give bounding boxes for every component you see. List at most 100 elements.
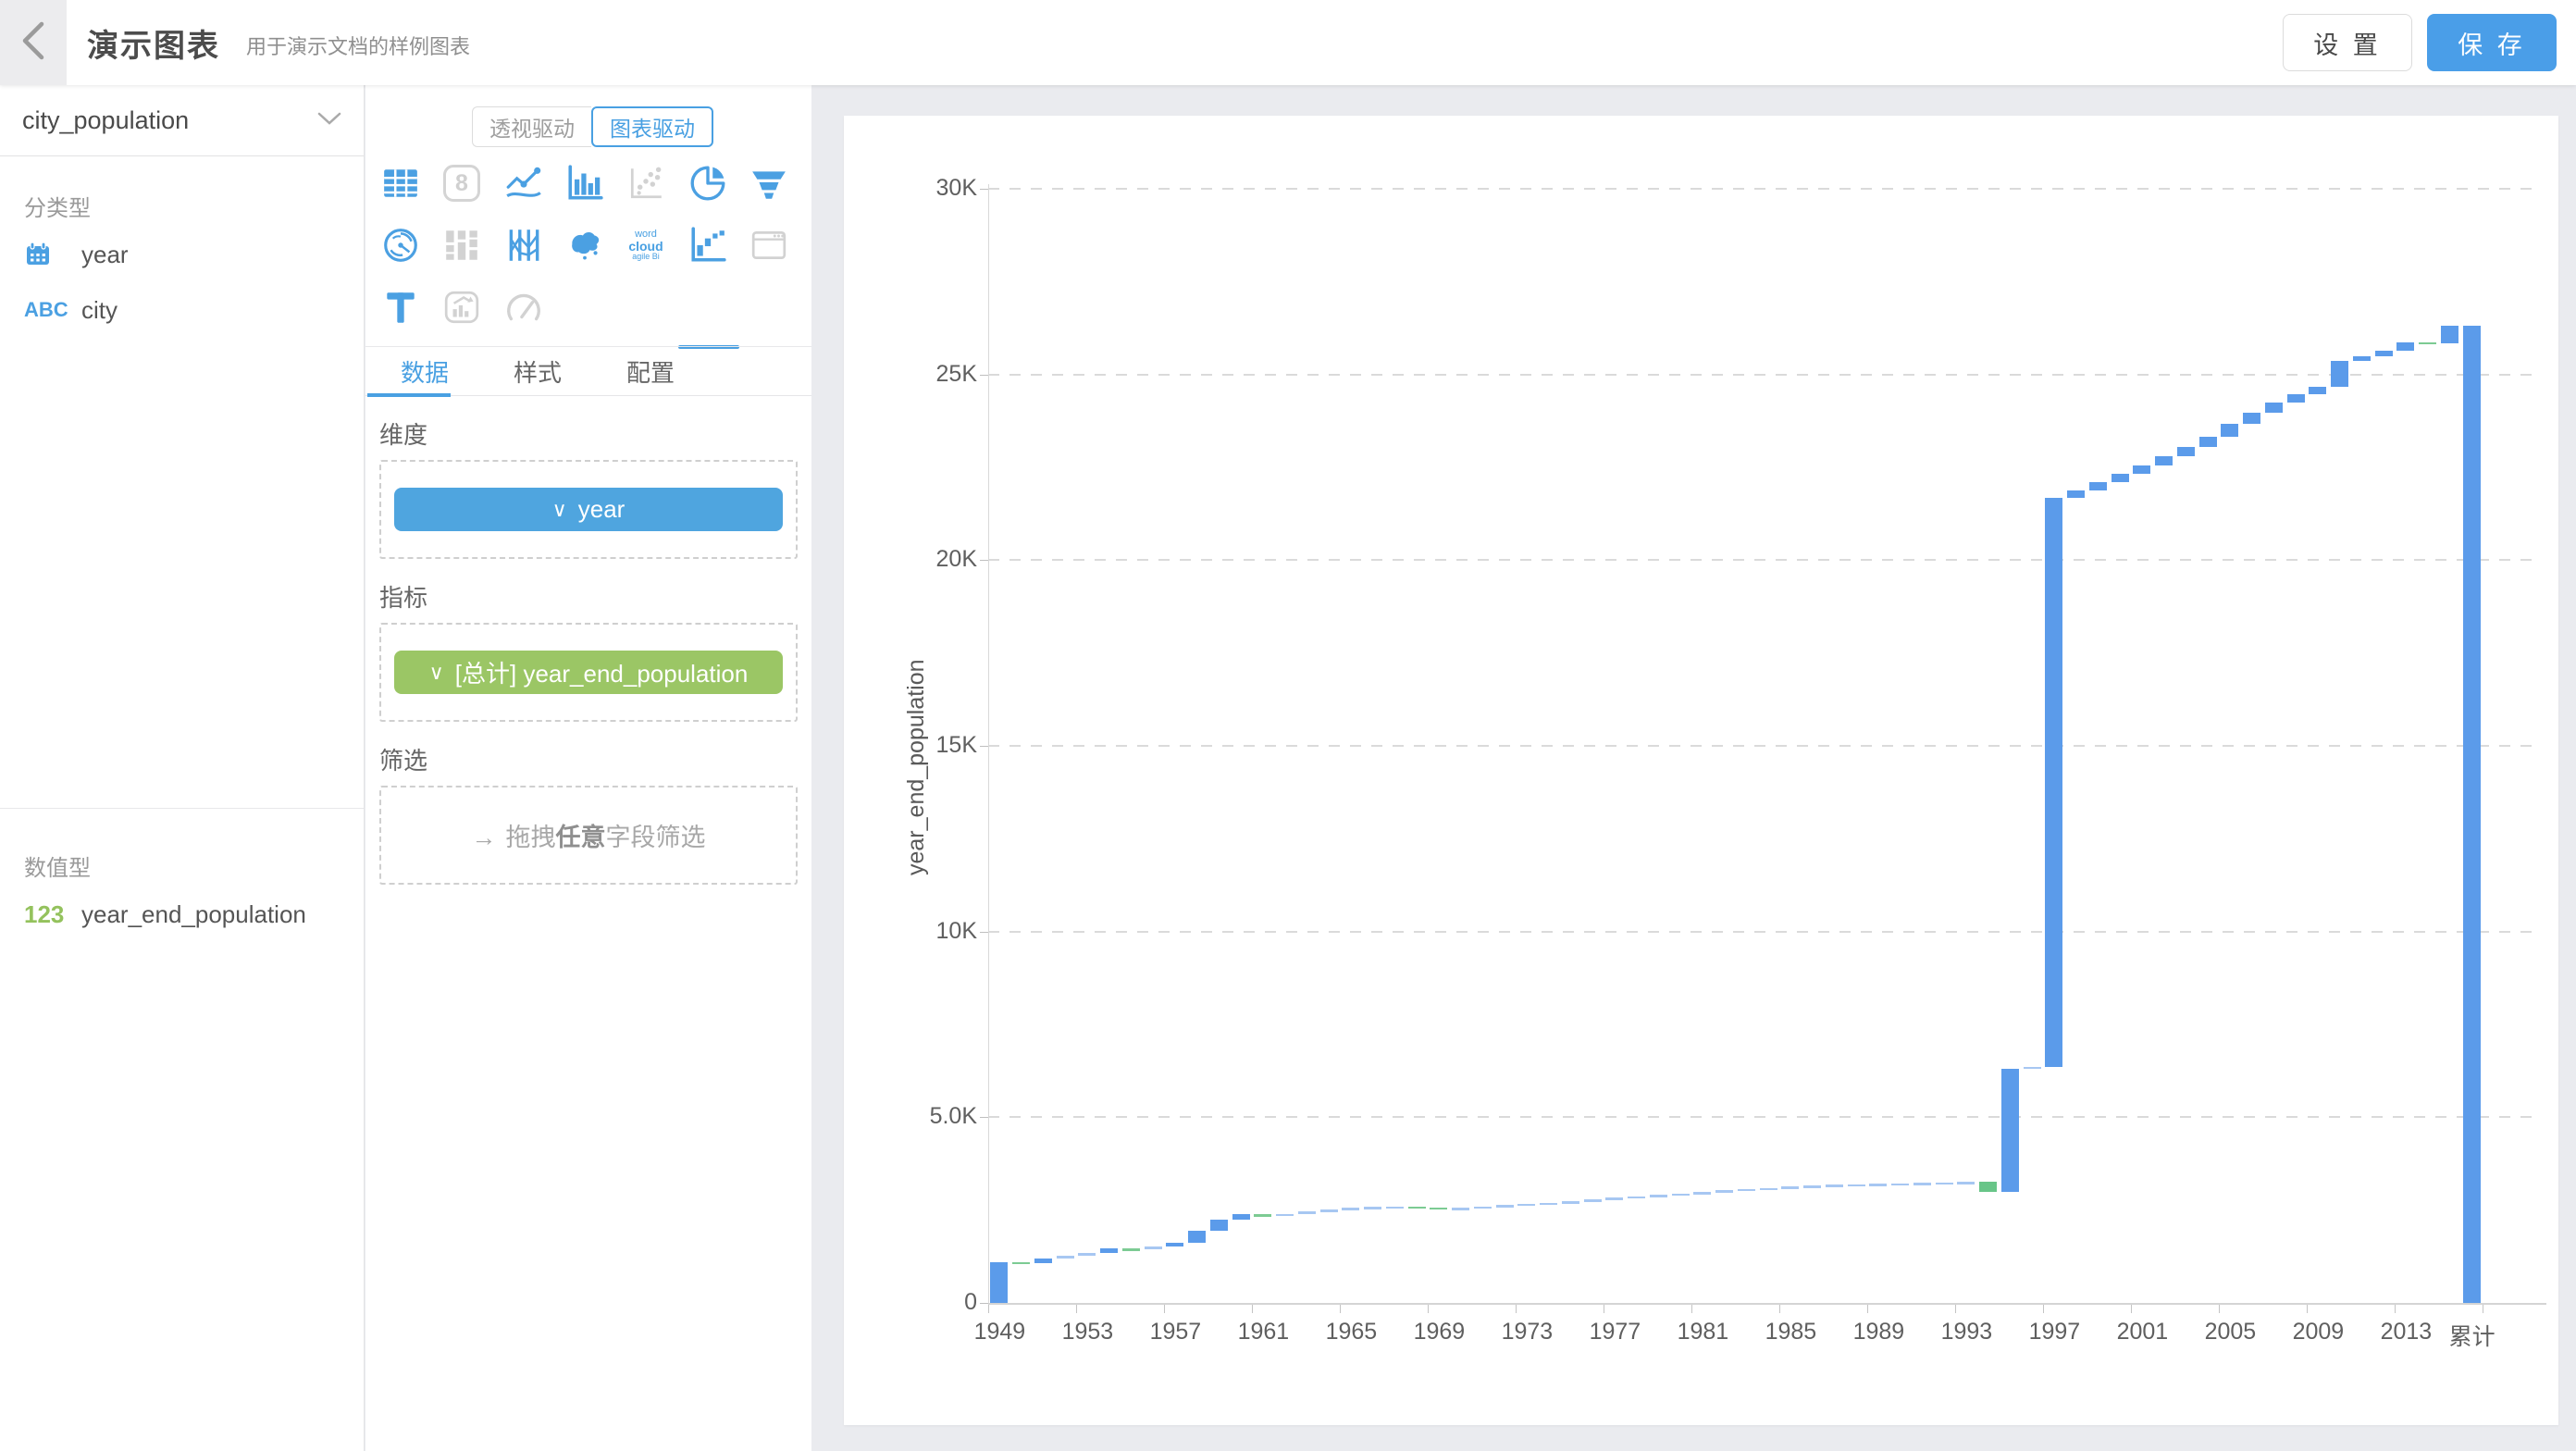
- radar-chart-icon[interactable]: [378, 223, 423, 267]
- waterfall-bar[interactable]: [1232, 1214, 1250, 1220]
- waterfall-bar[interactable]: [1474, 1207, 1492, 1209]
- waterfall-bar[interactable]: [1891, 1184, 1909, 1186]
- waterfall-bar[interactable]: [2243, 413, 2260, 425]
- dataset-selector[interactable]: city_population: [0, 85, 364, 156]
- waterfall-bar[interactable]: [2419, 342, 2436, 345]
- filter-dropzone[interactable]: →拖拽任意字段筛选: [379, 786, 798, 885]
- waterfall-bar[interactable]: [2353, 356, 2371, 361]
- waterfall-bar[interactable]: [990, 1262, 1008, 1303]
- waterfall-bar[interactable]: [1276, 1214, 1294, 1217]
- number-chart-icon[interactable]: 8: [440, 161, 484, 205]
- waterfall-bar[interactable]: [1936, 1183, 1953, 1185]
- waterfall-bar[interactable]: [1298, 1211, 1316, 1214]
- waterfall-bar[interactable]: [2133, 465, 2150, 474]
- waterfall-bar[interactable]: [2441, 326, 2458, 342]
- waterfall-bar[interactable]: [1210, 1220, 1228, 1231]
- pie-chart-icon[interactable]: [686, 161, 730, 205]
- waterfall-bar[interactable]: [1848, 1184, 1865, 1187]
- dimension-dropzone[interactable]: ∨ year: [379, 460, 798, 559]
- metric-dropzone[interactable]: ∨ [总计] year_end_population: [379, 623, 798, 722]
- waterfall-bar[interactable]: [2463, 326, 2481, 1303]
- field-year[interactable]: year: [0, 231, 364, 278]
- line-chart-icon[interactable]: [502, 161, 546, 205]
- waterfall-bar[interactable]: [2001, 1069, 2019, 1191]
- waterfall-bar[interactable]: [2396, 342, 2414, 352]
- waterfall-bar[interactable]: [1584, 1199, 1602, 1202]
- waterfall-bar[interactable]: [1540, 1203, 1557, 1206]
- waterfall-bar[interactable]: [1342, 1208, 1359, 1210]
- parallel-chart-icon[interactable]: [502, 223, 546, 267]
- waterfall-bar[interactable]: [1803, 1185, 1821, 1188]
- waterfall-bar[interactable]: [1254, 1214, 1271, 1217]
- field-year-end-population[interactable]: 123 year_end_population: [0, 891, 365, 937]
- waterfall-bar[interactable]: [2265, 403, 2283, 413]
- bar-chart-icon[interactable]: [563, 161, 607, 205]
- settings-button[interactable]: 设 置: [2283, 14, 2412, 71]
- china-map-icon[interactable]: [563, 223, 607, 267]
- waterfall-bar[interactable]: [1672, 1194, 1690, 1197]
- waterfall-bar[interactable]: [2309, 387, 2326, 394]
- tab-style[interactable]: 样式: [484, 347, 591, 395]
- field-city[interactable]: ABC city: [0, 287, 364, 333]
- waterfall-bar[interactable]: [1781, 1186, 1799, 1189]
- waterfall-bar[interactable]: [2067, 490, 2085, 498]
- waterfall-bar[interactable]: [2045, 498, 2062, 1067]
- waterfall-bar[interactable]: [2024, 1067, 2041, 1070]
- waterfall-bar[interactable]: [1320, 1209, 1338, 1212]
- waterfall-bar[interactable]: [1452, 1208, 1469, 1210]
- waterfall-bar[interactable]: [1628, 1197, 1645, 1199]
- mode-chart[interactable]: 图表驱动: [591, 106, 713, 147]
- waterfall-bar[interactable]: [1057, 1256, 1074, 1259]
- metric-pill-population[interactable]: ∨ [总计] year_end_population: [394, 651, 783, 694]
- gauge-chart-icon[interactable]: [502, 285, 546, 329]
- waterfall-bar[interactable]: [1979, 1182, 1997, 1191]
- waterfall-bar[interactable]: [1034, 1259, 1052, 1262]
- waterfall-bar[interactable]: [2089, 482, 2107, 490]
- waterfall-bar[interactable]: [1605, 1197, 1623, 1200]
- waterfall-bar[interactable]: [1188, 1231, 1206, 1243]
- waterfall-bar[interactable]: [1562, 1201, 1579, 1204]
- waterfall-bar[interactable]: [1408, 1207, 1426, 1209]
- waterfall-bar[interactable]: [1760, 1188, 1777, 1191]
- waterfall-bar[interactable]: [1364, 1207, 1381, 1209]
- back-button[interactable]: [0, 0, 67, 85]
- iframe-chart-icon[interactable]: [747, 223, 791, 267]
- waterfall-bar[interactable]: [2177, 447, 2195, 456]
- waterfall-bar[interactable]: [2287, 394, 2305, 403]
- dimension-pill-year[interactable]: ∨ year: [394, 488, 783, 531]
- table-chart-icon[interactable]: [378, 161, 423, 205]
- mode-pivot[interactable]: 透视驱动: [472, 106, 591, 147]
- waterfall-bar[interactable]: [1913, 1183, 1931, 1185]
- waterfall-bar[interactable]: [1869, 1184, 1887, 1186]
- tab-config[interactable]: 配置: [597, 347, 704, 395]
- waterfall-bar[interactable]: [1650, 1195, 1667, 1197]
- waterfall-bar[interactable]: [2155, 456, 2173, 465]
- waterfall-bar[interactable]: [2375, 351, 2393, 356]
- waterfall-bar[interactable]: [1166, 1243, 1183, 1246]
- funnel-chart-icon[interactable]: [747, 161, 791, 205]
- combo-chart-icon[interactable]: [440, 285, 484, 329]
- waterfall-bar[interactable]: [2331, 361, 2348, 387]
- waterfall-bar[interactable]: [1693, 1192, 1711, 1195]
- waterfall-bar[interactable]: [1012, 1262, 1030, 1265]
- waterfall-bar[interactable]: [1430, 1208, 1447, 1210]
- text-chart-icon[interactable]: [378, 285, 423, 329]
- waterfall-bar[interactable]: [1100, 1248, 1118, 1252]
- sankey-chart-icon[interactable]: [440, 223, 484, 267]
- waterfall-bar[interactable]: [1122, 1248, 1140, 1251]
- waterfall-bar[interactable]: [1145, 1246, 1162, 1249]
- scatter-chart-icon[interactable]: [624, 161, 668, 205]
- waterfall-bar[interactable]: [2112, 474, 2129, 482]
- waterfall-chart-icon[interactable]: [686, 223, 730, 267]
- save-button[interactable]: 保 存: [2427, 14, 2557, 71]
- word-cloud-icon[interactable]: word cloud agile Bi: [624, 223, 668, 267]
- waterfall-bar[interactable]: [1386, 1207, 1404, 1209]
- waterfall-bar[interactable]: [1715, 1190, 1733, 1193]
- waterfall-bar[interactable]: [1957, 1182, 1975, 1184]
- tab-data[interactable]: 数据: [371, 347, 478, 395]
- waterfall-bar[interactable]: [1496, 1205, 1514, 1208]
- waterfall-bar[interactable]: [1738, 1189, 1755, 1192]
- waterfall-bar[interactable]: [1517, 1204, 1535, 1207]
- waterfall-bar[interactable]: [1826, 1184, 1843, 1187]
- waterfall-bar[interactable]: [2199, 437, 2217, 447]
